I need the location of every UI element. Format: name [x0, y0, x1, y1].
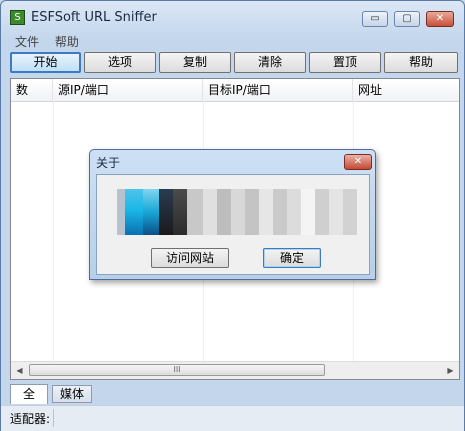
- column-divider: [53, 101, 54, 361]
- adapter-label: 适配器:: [10, 412, 51, 426]
- about-dialog: 关于 ✕ 访问网站 确定: [89, 149, 376, 280]
- column-header-destination[interactable]: 目标IP/端口: [203, 79, 353, 101]
- dialog-title: 关于: [96, 156, 121, 170]
- column-header-url[interactable]: 网址: [353, 79, 459, 101]
- dialog-close-button[interactable]: ✕: [344, 154, 372, 170]
- close-button[interactable]: ✕: [426, 11, 454, 27]
- scroll-left-icon[interactable]: ◀: [11, 362, 28, 379]
- options-button[interactable]: 选项: [84, 52, 156, 73]
- status-bar: 适配器:: [1, 405, 464, 431]
- toolbar: 开始 选项 复制 清除 置顶 帮助: [9, 51, 459, 73]
- ok-button[interactable]: 确定: [263, 248, 321, 268]
- status-divider: [53, 409, 54, 427]
- maximize-icon: ▢: [402, 13, 412, 24]
- minimize-icon: ▭: [370, 13, 380, 24]
- copy-button[interactable]: 复制: [159, 52, 231, 73]
- menu-file[interactable]: 文件: [15, 33, 39, 50]
- app-logo-icon: S: [10, 10, 25, 25]
- menu-bar: 文件 帮助: [9, 33, 85, 49]
- title-bar: S ESFSoft URL Sniffer ▭ ▢ ✕: [1, 1, 464, 33]
- maximize-button[interactable]: ▢: [394, 11, 420, 27]
- dialog-body: 访问网站 确定: [96, 174, 370, 275]
- list-header: 数 源IP/端口 目标IP/端口 网址: [11, 79, 459, 102]
- window-title: ESFSoft URL Sniffer: [31, 10, 157, 25]
- start-button[interactable]: 开始: [10, 52, 81, 73]
- column-header-source[interactable]: 源IP/端口: [53, 79, 203, 101]
- menu-help[interactable]: 帮助: [55, 33, 79, 50]
- pin-on-top-button[interactable]: 置顶: [309, 52, 381, 73]
- horizontal-scrollbar[interactable]: ◀ III ▶: [11, 361, 459, 379]
- close-icon: ✕: [353, 156, 363, 167]
- tab-media[interactable]: 媒体: [52, 385, 92, 403]
- minimize-button[interactable]: ▭: [362, 11, 388, 27]
- scroll-thumb[interactable]: III: [29, 364, 325, 376]
- close-icon: ✕: [435, 13, 445, 24]
- clear-button[interactable]: 清除: [234, 52, 306, 73]
- pixelated-logo-image: [117, 189, 357, 235]
- column-header-count[interactable]: 数: [11, 79, 53, 101]
- visit-website-button[interactable]: 访问网站: [151, 248, 229, 268]
- tab-all[interactable]: 全: [10, 384, 48, 404]
- help-button[interactable]: 帮助: [384, 52, 458, 73]
- scroll-right-icon[interactable]: ▶: [442, 362, 459, 379]
